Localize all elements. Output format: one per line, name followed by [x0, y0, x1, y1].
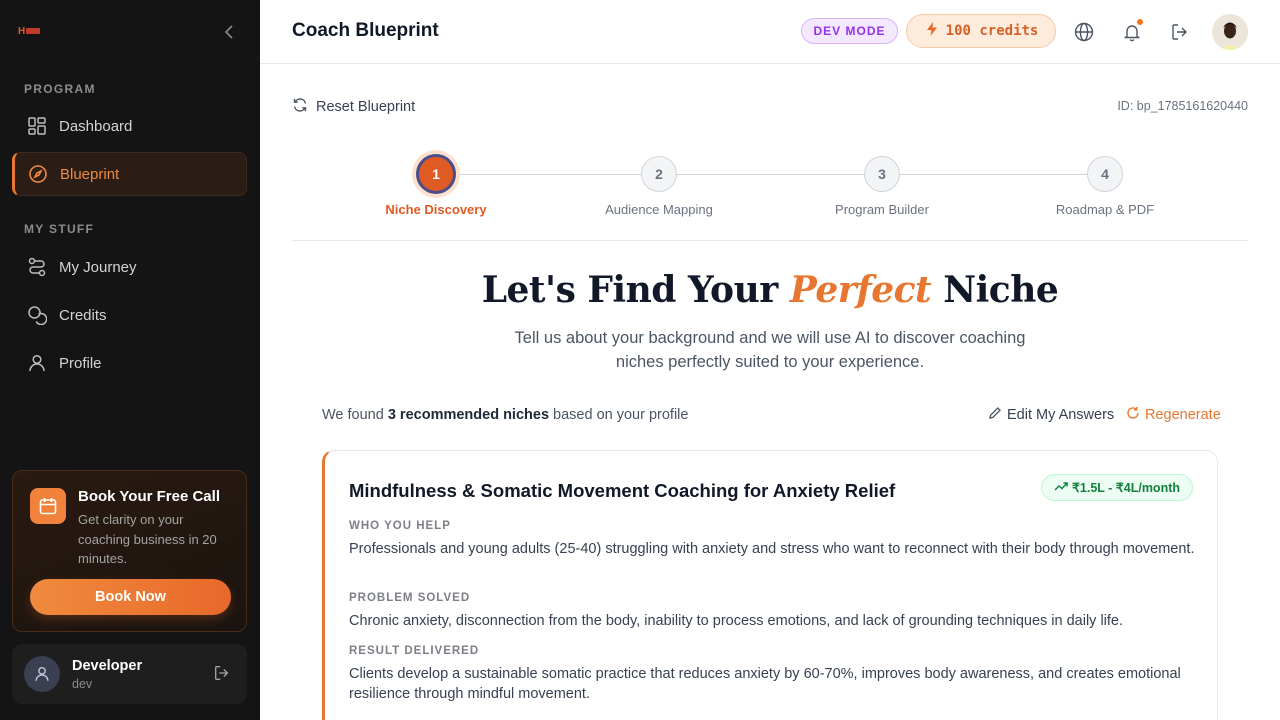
grid-icon: [26, 115, 48, 137]
regenerate-button[interactable]: Regenerate: [1126, 406, 1221, 424]
user-name: Developer: [72, 658, 143, 674]
niche-title: Mindfulness & Somatic Movement Coaching …: [349, 480, 896, 501]
niche-card[interactable]: Mindfulness & Somatic Movement Coaching …: [322, 450, 1218, 720]
book-now-button[interactable]: Book Now: [30, 579, 231, 615]
collapse-sidebar-icon[interactable]: [220, 22, 238, 42]
who-you-help-label: WHO YOU HELP: [349, 520, 451, 532]
logout-icon[interactable]: [213, 664, 233, 684]
user-icon: [26, 352, 48, 374]
compass-icon: [27, 163, 49, 185]
page-title: Coach Blueprint: [292, 20, 439, 41]
sidebar-item-label: Profile: [59, 354, 102, 372]
coins-icon: [26, 304, 48, 326]
book-call-promo: Book Your Free Call Get clarity on your …: [12, 470, 247, 632]
notification-dot: [1136, 18, 1144, 26]
promo-title: Book Your Free Call: [78, 488, 220, 505]
sidebar-item-my-journey[interactable]: My Journey: [12, 245, 247, 289]
route-icon: [26, 256, 48, 278]
hero-subtitle: Tell us about your background and we wil…: [514, 329, 1026, 371]
sidebar-item-label: Dashboard: [59, 117, 133, 135]
sidebar-item-label: Blueprint: [60, 165, 120, 183]
blueprint-id: ID: bp_1785161620440: [1117, 99, 1248, 113]
sidebar-item-dashboard[interactable]: Dashboard: [12, 104, 247, 148]
globe-icon[interactable]: [1072, 20, 1096, 44]
problem-solved-text: Chronic anxiety, disconnection from the …: [349, 613, 1124, 629]
calendar-icon: [30, 488, 66, 524]
step-label: Roadmap & PDF: [1055, 202, 1155, 217]
step-number: 4: [1087, 156, 1123, 192]
sidebar-item-credits[interactable]: Credits: [12, 293, 247, 337]
income-badge: ₹1.5L - ₹4L/month: [1040, 474, 1193, 501]
top-header: Coach Blueprint DEV MODE 100 credits: [260, 0, 1280, 64]
user-handle: dev: [72, 677, 93, 691]
step-audience-mapping[interactable]: 2 Audience Mapping: [579, 152, 739, 217]
sidebar-item-label: My Journey: [59, 258, 137, 276]
result-delivered-text: Clients develop a sustainable somatic pr…: [349, 666, 1181, 702]
bell-icon[interactable]: [1120, 18, 1144, 44]
result-delivered-label: RESULT DELIVERED: [349, 645, 480, 657]
step-niche-discovery[interactable]: 1 Niche Discovery: [356, 152, 516, 217]
refresh-icon: [292, 97, 308, 117]
stepper-track: [436, 174, 1104, 175]
promo-description: Get clarity on your coaching business in…: [78, 512, 217, 566]
step-program-builder[interactable]: 3 Program Builder: [802, 152, 962, 217]
logout-icon[interactable]: [1168, 20, 1192, 44]
step-label: Program Builder: [835, 202, 929, 217]
reset-blueprint-button[interactable]: Reset Blueprint: [292, 97, 415, 117]
credits-button[interactable]: 100 credits: [906, 14, 1056, 48]
section-label-program: PROGRAM: [24, 82, 96, 96]
section-label-my-stuff: MY STUFF: [24, 222, 95, 236]
refresh-icon: [1126, 406, 1140, 424]
user-card: Developer dev: [12, 644, 247, 704]
sidebar-item-profile[interactable]: Profile: [12, 341, 247, 385]
main-content: Reset Blueprint ID: bp_1785161620440 1 N…: [260, 64, 1280, 720]
sidebar-item-label: Credits: [59, 306, 107, 324]
results-summary: We found 3 recommended niches based on y…: [322, 407, 689, 423]
pencil-icon: [988, 406, 1002, 424]
step-roadmap-pdf[interactable]: 4 Roadmap & PDF: [1025, 152, 1185, 217]
sidebar: H PROGRAM Dashboard Blueprint MY STUFF M…: [0, 0, 260, 720]
avatar[interactable]: [24, 656, 60, 692]
progress-stepper: 1 Niche Discovery 2 Audience Mapping 3 P…: [292, 152, 1248, 241]
step-number: 1: [416, 154, 456, 194]
step-label: Niche Discovery: [385, 202, 487, 217]
trending-up-icon: [1054, 480, 1068, 495]
edit-answers-button[interactable]: Edit My Answers: [988, 406, 1114, 424]
who-you-help-text: Professionals and young adults (25-40) s…: [349, 541, 1195, 557]
avatar[interactable]: [1212, 14, 1248, 50]
step-number: 3: [864, 156, 900, 192]
credits-count: 100 credits: [945, 23, 1039, 39]
app-logo[interactable]: H: [18, 24, 46, 38]
step-number: 2: [641, 156, 677, 192]
lightning-icon: [924, 21, 940, 41]
sidebar-item-blueprint[interactable]: Blueprint: [12, 152, 247, 196]
dev-mode-badge: DEV MODE: [801, 18, 898, 44]
step-label: Audience Mapping: [605, 202, 713, 217]
problem-solved-label: PROBLEM SOLVED: [349, 592, 471, 604]
hero-title: Let's Find Your Perfect Niche: [481, 269, 1059, 311]
